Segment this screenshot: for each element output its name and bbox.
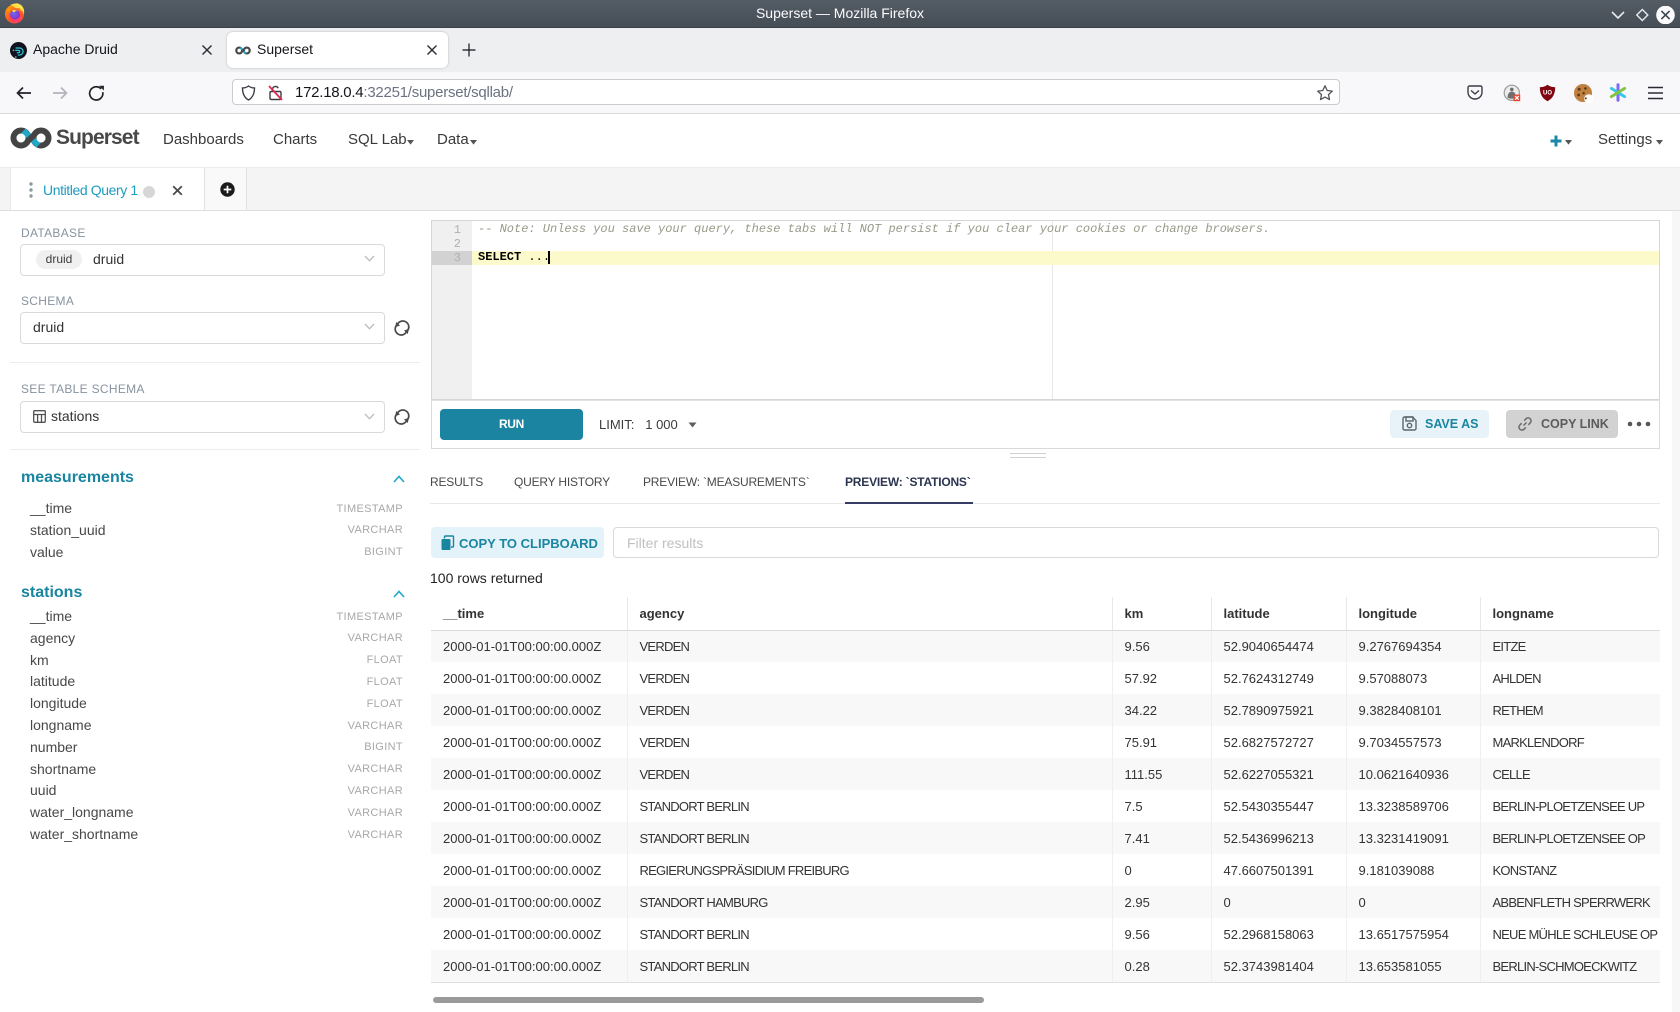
svg-text:UO: UO bbox=[1543, 91, 1552, 97]
